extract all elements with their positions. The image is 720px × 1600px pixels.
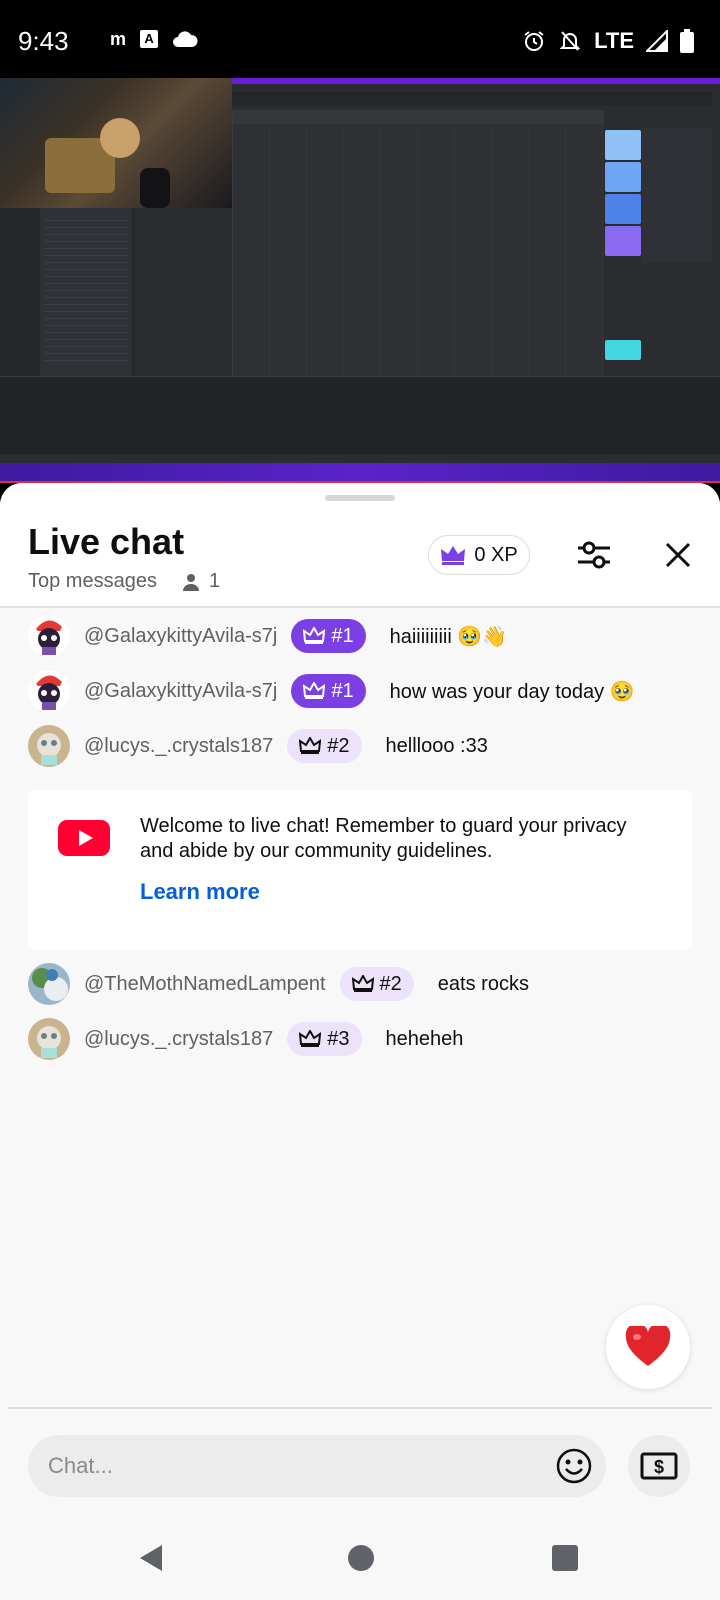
network-type: LTE	[594, 28, 634, 53]
status-left-icons: m A	[110, 30, 198, 48]
super-chat-button[interactable]: $	[628, 1435, 690, 1497]
system-nav-bar	[0, 1511, 720, 1600]
recents-icon[interactable]	[552, 1545, 578, 1571]
person-icon	[182, 573, 199, 591]
message-text: how was your day today 🥹	[389, 680, 635, 703]
rank-badge: #3	[287, 1022, 362, 1056]
rank-badge: #2	[287, 729, 362, 763]
message-text: haiiiiiiiii 🥹👋	[389, 625, 508, 648]
avatar[interactable]	[28, 615, 70, 657]
video-browser-list	[40, 208, 132, 378]
video-device-panel	[0, 376, 720, 454]
crown-icon	[303, 627, 326, 644]
video-track-4	[605, 226, 641, 256]
viewer-count: 1	[181, 570, 220, 593]
rank-value: #1	[331, 624, 354, 647]
filter-settings-button[interactable]	[570, 531, 618, 579]
chat-input-container[interactable]	[28, 1435, 606, 1497]
sliders-icon	[578, 541, 610, 569]
video-webcam-overlay	[0, 78, 232, 208]
welcome-banner: Welcome to live chat! Remember to guard …	[28, 790, 692, 950]
message-text: eats rocks	[437, 972, 529, 995]
rank-value: #1	[331, 679, 354, 702]
chat-message[interactable]: @lucys._.crystals187 #3 heheheh	[28, 1017, 463, 1061]
home-icon[interactable]	[348, 1545, 374, 1571]
xp-value: 0 XP	[474, 543, 518, 566]
rank-badge: #1	[291, 619, 366, 653]
welcome-text: Welcome to live chat! Remember to guard …	[140, 815, 627, 862]
battery-icon	[680, 29, 694, 53]
svg-text:$: $	[654, 1457, 664, 1477]
money-icon: $	[640, 1452, 678, 1480]
avatar-image	[28, 725, 70, 767]
heart-reaction-button[interactable]	[606, 1305, 690, 1389]
avatar-image	[28, 1018, 70, 1060]
live-chat-panel: Live chat Top messages 1 0 XP @Galaxykit…	[0, 483, 720, 1600]
back-icon[interactable]	[138, 1543, 164, 1573]
chat-mode-selector[interactable]: Top messages 1	[28, 570, 220, 593]
message-author[interactable]: @lucys._.crystals187	[84, 735, 273, 758]
rank-value: #2	[327, 734, 350, 757]
chat-title: Live chat	[28, 521, 185, 562]
chat-message[interactable]: @lucys._.crystals187 #2 helllooo :33	[28, 724, 488, 768]
heart-icon	[625, 1326, 671, 1366]
video-taskbar	[0, 463, 720, 483]
avatar-image	[28, 963, 70, 1005]
xp-chip[interactable]: 0 XP	[428, 535, 530, 575]
emoji-icon[interactable]	[556, 1448, 592, 1484]
crown-icon	[303, 682, 326, 699]
m-zone-icon: m	[110, 29, 127, 49]
close-icon	[665, 542, 691, 568]
crown-icon	[299, 737, 322, 754]
chat-message[interactable]: @GalaxykittyAvila-s7j #1 haiiiiiiiii 🥹👋	[28, 614, 507, 658]
crown-icon	[441, 546, 466, 565]
video-mixer	[642, 128, 712, 263]
rank-badge: #2	[339, 967, 414, 1001]
crown-icon	[351, 975, 374, 992]
video-track-1	[605, 130, 641, 160]
video-top-strip	[230, 78, 720, 84]
message-author[interactable]: @GalaxykittyAvila-s7j	[84, 625, 277, 648]
avatar[interactable]	[28, 670, 70, 712]
avatar[interactable]	[28, 725, 70, 767]
message-author[interactable]: @TheMothNamedLampent	[84, 973, 326, 996]
message-text: heheheh	[385, 1027, 464, 1050]
avatar-image	[28, 615, 70, 657]
alarm-icon	[524, 31, 544, 51]
video-daw-toolbar	[232, 92, 712, 106]
status-time: 9:43	[18, 26, 69, 56]
chat-message[interactable]: @TheMothNamedLampent #2 eats rocks	[28, 962, 529, 1006]
avatar[interactable]	[28, 1018, 70, 1060]
crown-icon	[299, 1030, 322, 1047]
status-right-icons: LTE	[522, 28, 694, 54]
avatar-image	[28, 670, 70, 712]
chat-mode-label: Top messages	[28, 570, 157, 592]
rank-badge: #1	[291, 674, 366, 708]
learn-more-link[interactable]: Learn more	[140, 879, 260, 905]
avatar[interactable]	[28, 963, 70, 1005]
chat-message[interactable]: @GalaxykittyAvila-s7j #1 how was your da…	[28, 669, 635, 713]
video-track-2	[605, 162, 641, 192]
signal-icon	[646, 30, 668, 52]
divider	[8, 1407, 712, 1409]
video-return-track	[605, 340, 641, 360]
message-author[interactable]: @lucys._.crystals187	[84, 1028, 273, 1051]
cloud-icon	[173, 31, 198, 47]
message-text: helllooo :33	[385, 734, 488, 757]
drag-handle[interactable]	[325, 495, 395, 501]
a-icon: A	[140, 30, 159, 48]
video-track-3	[605, 194, 641, 224]
bell-off-icon	[559, 31, 581, 51]
youtube-logo-icon	[58, 820, 110, 856]
stream-video[interactable]	[0, 78, 720, 483]
chat-header: Live chat Top messages 1 0 XP	[0, 483, 720, 608]
rank-value: #2	[379, 972, 402, 995]
chat-input[interactable]	[48, 1435, 528, 1497]
message-author[interactable]: @GalaxykittyAvila-s7j	[84, 680, 277, 703]
viewer-count-value: 1	[208, 570, 221, 592]
status-bar: 9:43 m A LTE	[0, 0, 720, 78]
rank-value: #3	[327, 1027, 350, 1050]
close-button[interactable]	[654, 531, 702, 579]
